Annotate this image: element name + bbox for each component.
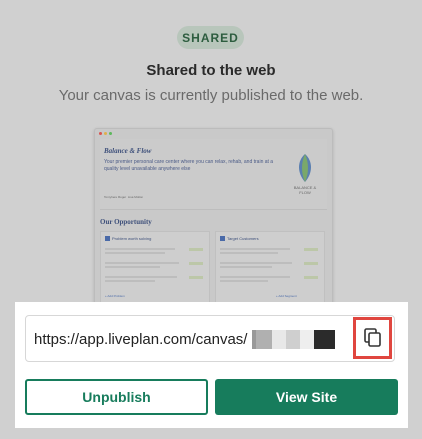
share-link-panel: https://app.liveplan.com/canvas/ Unpubli…	[15, 302, 408, 428]
share-modal: SHARED Shared to the web Your canvas is …	[0, 0, 422, 439]
preview-card-footer: + Add Segment	[276, 294, 297, 298]
copy-link-button[interactable]	[353, 317, 392, 359]
preview-logo: BALANCE & FLOW	[291, 153, 319, 207]
preview-heading: Balance & Flow	[104, 147, 152, 155]
preview-card-problem: Problem worth solving + Add Problem	[100, 231, 210, 303]
share-url-field[interactable]: https://app.liveplan.com/canvas/	[25, 315, 395, 362]
redacted-url-segment	[252, 330, 335, 349]
copy-icon	[363, 328, 381, 347]
unpublish-button[interactable]: Unpublish	[25, 379, 208, 415]
modal-title: Shared to the web	[146, 62, 276, 79]
leaf-icon	[299, 154, 311, 182]
preview-card-heading: Problem worth solving	[105, 236, 151, 242]
modal-subtitle: Your canvas is currently published to th…	[58, 87, 364, 104]
preview-logo-text: BALANCE & FLOW	[293, 185, 317, 195]
preview-card-heading: Target Customers	[220, 236, 259, 242]
canvas-preview-thumbnail: Balance & Flow Your premier personal car…	[94, 128, 333, 305]
share-url-text[interactable]: https://app.liveplan.com/canvas/	[34, 331, 247, 348]
window-dots	[99, 132, 112, 135]
preview-meta: Tomyhere Roger Lisa Mollon	[104, 195, 144, 199]
status-badge: SHARED	[177, 26, 244, 49]
preview-description: Your premier personal care center where …	[104, 159, 274, 172]
view-site-button[interactable]: View Site	[215, 379, 398, 415]
preview-card-footer: + Add Problem	[105, 294, 125, 298]
preview-hero: Balance & Flow Your premier personal car…	[100, 139, 327, 210]
preview-card-target: Target Customers + Add Segment	[215, 231, 325, 303]
preview-section-title: Our Opportunity	[100, 218, 152, 226]
